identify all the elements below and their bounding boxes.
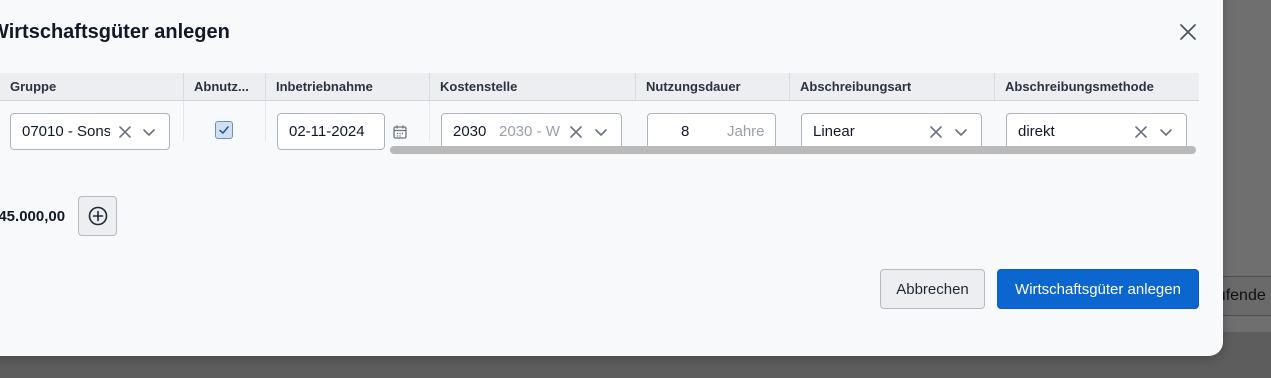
column-header-abschreibungsmethode: Abschreibungsmethode xyxy=(994,73,1199,101)
total-amount: 245.000,00 xyxy=(0,208,66,225)
abschreibungsart-value: Linear xyxy=(813,123,855,140)
table-header: Gruppe Abnutz... Inbetriebnahme Kostenst… xyxy=(0,73,1199,101)
add-row-button[interactable] xyxy=(78,196,117,236)
plus-circle-icon xyxy=(88,206,107,226)
abschreibungsmethode-select[interactable]: direkt xyxy=(1006,113,1187,150)
column-divider xyxy=(429,101,430,141)
column-divider xyxy=(265,101,266,141)
assets-table: Gruppe Abnutz... Inbetriebnahme Kostenst… xyxy=(0,73,1199,155)
column-header-abnutzbar: Abnutz... xyxy=(183,73,265,101)
inbetriebnahme-value: 02-11-2024 xyxy=(289,123,365,140)
abschreibungsmethode-value: direkt xyxy=(1018,123,1055,140)
calendar-icon[interactable] xyxy=(391,123,409,141)
kostenstelle-select[interactable]: 2030 2030 - W xyxy=(441,113,622,150)
chevron-down-icon[interactable] xyxy=(953,124,969,140)
clear-icon[interactable] xyxy=(1133,124,1149,140)
column-header-kostenstelle: Kostenstelle xyxy=(429,73,635,101)
chevron-down-icon[interactable] xyxy=(1158,124,1174,140)
chevron-down-icon[interactable] xyxy=(141,124,157,140)
gruppe-value: 07010 - Sonst xyxy=(22,123,110,140)
clear-icon[interactable] xyxy=(568,124,584,140)
abschreibungsart-select[interactable]: Linear xyxy=(801,113,982,150)
create-assets-button[interactable]: Wirtschaftsgüter anlegen xyxy=(997,269,1199,309)
kostenstelle-description: 2030 - W xyxy=(499,123,560,140)
column-header-abschreibungsart: Abschreibungsart xyxy=(789,73,994,101)
checkmark-icon xyxy=(219,126,229,134)
column-divider xyxy=(183,101,184,141)
nutzungsdauer-value: 8 xyxy=(681,123,690,140)
clear-icon[interactable] xyxy=(117,124,133,140)
column-header-inbetriebnahme: Inbetriebnahme xyxy=(265,73,429,101)
chevron-down-icon[interactable] xyxy=(593,124,609,140)
column-header-gruppe: Gruppe xyxy=(10,79,57,94)
clear-icon[interactable] xyxy=(928,124,944,140)
cancel-button[interactable]: Abbrechen xyxy=(880,269,985,309)
nutzungsdauer-unit: Jahre xyxy=(727,123,765,140)
nutzungsdauer-input[interactable]: 8 Jahre xyxy=(647,113,776,150)
create-assets-dialog: Wirtschaftsgüter anlegen Gruppe Abnutz..… xyxy=(0,0,1223,356)
abnutzbar-checkbox[interactable] xyxy=(215,121,233,139)
kostenstelle-value: 2030 xyxy=(453,123,487,140)
column-header-nutzungsdauer: Nutzungsdauer xyxy=(635,73,789,101)
dialog-title: Wirtschaftsgüter anlegen xyxy=(0,21,230,43)
close-button[interactable] xyxy=(1176,20,1200,44)
horizontal-scrollbar[interactable] xyxy=(390,146,1196,154)
gruppe-select[interactable]: 07010 - Sonst xyxy=(10,113,170,150)
inbetriebnahme-date-input[interactable]: 02-11-2024 xyxy=(277,113,385,150)
close-icon xyxy=(1180,24,1196,40)
